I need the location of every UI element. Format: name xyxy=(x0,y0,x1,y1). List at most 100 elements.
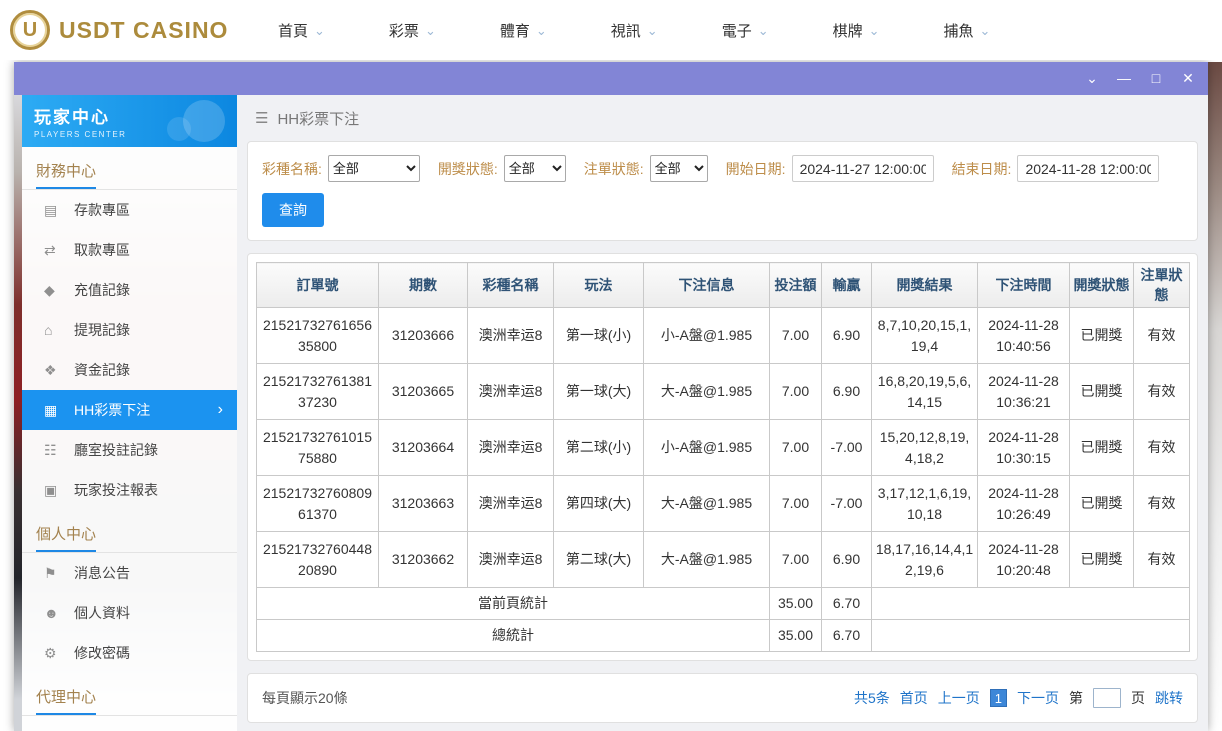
sidebar-item-recharge-record[interactable]: ◆ 充值記錄 xyxy=(22,270,237,310)
prev-page-link[interactable]: 上一页 xyxy=(938,688,980,708)
nav-item-label: 彩票 xyxy=(388,22,419,40)
table-cell: 第二球(小) xyxy=(553,419,644,476)
nav-item-sports[interactable]: 體育 ⌄ xyxy=(500,20,547,41)
column-header: 輸贏 xyxy=(821,262,872,308)
column-header: 開獎結果 xyxy=(871,262,978,308)
sidebar-item-label: 廳室投註記錄 xyxy=(74,442,158,458)
table-cell: 已開獎 xyxy=(1069,307,1134,364)
page-size-text: 每頁顯示20條 xyxy=(262,690,348,706)
sidebar-item-label: 玩家投注報表 xyxy=(74,482,158,498)
jump-button[interactable]: 跳转 xyxy=(1155,688,1183,708)
table-cell: 有效 xyxy=(1133,307,1190,364)
sidebar-title: 玩家中心 xyxy=(34,108,110,127)
minimize-button[interactable]: — xyxy=(1108,62,1140,95)
nav-item-home[interactable]: 首頁 ⌄ xyxy=(278,20,325,41)
start-date-label: 開始日期: xyxy=(725,160,786,177)
end-date-input[interactable] xyxy=(1017,155,1160,182)
table-cell: 18,17,16,14,4,12,19,6 xyxy=(871,531,978,588)
sidebar-item-announcements[interactable]: ⚑ 消息公告 xyxy=(22,553,237,593)
table-cell: 2024-11-28 10:40:56 xyxy=(977,307,1070,364)
nav-item-board-games[interactable]: 棋牌 ⌄ xyxy=(833,20,880,41)
sidebar-item-withdraw-area[interactable]: ⇄ 取款專區 xyxy=(22,230,237,270)
table-cell: 2152173276044820890 xyxy=(256,531,379,588)
sidebar-menu: 財務中心 ▤ 存款專區 ⇄ 取款專區 ◆ 充值記錄 ⌂ 提現記錄 ❖ 資金記錄 ▦ HH彩票下注 › ☷ 廳室… xyxy=(22,147,237,731)
table-cell: 7.00 xyxy=(769,475,822,532)
menu-icon[interactable]: ☰ xyxy=(255,109,268,127)
breadcrumb: ☰ HH彩票下注 xyxy=(247,95,1198,141)
table-cell: 澳洲幸运8 xyxy=(467,475,554,532)
column-header: 期數 xyxy=(378,262,468,308)
sidebar-item-label: 充值記錄 xyxy=(74,282,130,298)
sidebar-item-label: 個人資料 xyxy=(74,605,130,621)
table-row: 2152173276101575880 31203664 澳洲幸运8 第二球(小) 小-… xyxy=(256,419,1190,476)
column-header: 玩法 xyxy=(553,262,644,308)
table-cell: 已開獎 xyxy=(1069,475,1134,532)
table-cell: -7.00 xyxy=(821,419,872,476)
lottery-name-label: 彩種名稱: xyxy=(262,160,322,177)
table-cell: 31203665 xyxy=(378,363,468,420)
chevron-down-icon: ⌄ xyxy=(868,22,880,38)
table-cell: 8,7,10,20,15,1,19,4 xyxy=(871,307,978,364)
first-page-link[interactable]: 首页 xyxy=(900,688,928,708)
nav-item-fishing[interactable]: 捕魚 ⌄ xyxy=(944,20,991,41)
draw-status-label: 開獎狀態: xyxy=(437,160,498,177)
sidebar-item-withdrawal-record[interactable]: ⌂ 提現記錄 xyxy=(22,310,237,350)
table-row: 2152173276080961370 31203663 澳洲幸运8 第四球(大) 大-… xyxy=(256,475,1190,532)
logo-text: USDT CASINO xyxy=(59,16,229,43)
search-button[interactable]: 查詢 xyxy=(262,193,324,227)
sidebar-item-change-password[interactable]: ⚙ 修改密碼 xyxy=(22,633,237,673)
table-cell: 有效 xyxy=(1133,419,1190,476)
summary-empty xyxy=(871,587,1190,620)
sidebar-section-finance-center: 財務中心 xyxy=(22,147,237,190)
sidebar-item-deposit-area[interactable]: ▤ 存款專區 xyxy=(22,190,237,230)
table-cell: 31203664 xyxy=(378,419,468,476)
start-date-input[interactable] xyxy=(791,155,934,182)
logo-icon: U xyxy=(10,10,50,50)
sidebar-item-funds-record[interactable]: ❖ 資金記錄 xyxy=(22,350,237,390)
logo[interactable]: U USDT CASINO xyxy=(10,10,248,50)
maximize-button[interactable]: □ xyxy=(1140,62,1172,95)
withdrawal-record-icon: ⌂ xyxy=(44,322,53,338)
nav-item-lottery[interactable]: 彩票 ⌄ xyxy=(389,20,436,41)
summary-row-page-total: 當前頁統計 35.00 6.70 xyxy=(256,587,1190,620)
table-cell: 澳洲幸运8 xyxy=(467,419,554,476)
table-cell: 31203662 xyxy=(378,531,468,588)
filter-row: 彩種名稱:全部開獎狀態:全部注單狀態:全部開始日期:結束日期: xyxy=(262,155,1183,182)
jump-prefix-label: 第 xyxy=(1069,690,1083,706)
table-cell: 2152173276080961370 xyxy=(256,475,379,532)
nav-item-label: 捕魚 xyxy=(943,22,974,40)
close-button[interactable]: ✕ xyxy=(1172,62,1204,95)
main-navigation: 首頁 ⌄ 彩票 ⌄ 體育 ⌄ 視訊 ⌄ 電子 ⌄ 棋牌 ⌄ 捕魚 ⌄ xyxy=(278,20,990,41)
draw-status-select[interactable]: 全部 xyxy=(503,155,566,182)
recharge-record-icon: ◆ xyxy=(44,281,55,298)
summary-win-total: 6.70 xyxy=(821,619,872,652)
bets-table-panel: 訂單號 期數 彩種名稱 玩法 下注信息 投注額 輸贏 開獎結果 下注時間 開獎狀態 注單狀態 215… xyxy=(247,253,1198,661)
table-cell: 大-A盤@1.985 xyxy=(643,363,770,420)
nav-item-electronic[interactable]: 電子 ⌄ xyxy=(722,20,769,41)
next-page-link[interactable]: 下一页 xyxy=(1017,688,1059,708)
order-status-select[interactable]: 全部 xyxy=(649,155,708,182)
lottery-name-select[interactable]: 全部 xyxy=(327,155,420,182)
sidebar-subtitle: PLAYERS CENTER xyxy=(34,130,127,139)
nav-item-label: 首頁 xyxy=(278,22,309,40)
chevron-down-icon: ⌄ xyxy=(979,22,991,38)
table-cell: 第一球(小) xyxy=(553,307,644,364)
current-page-indicator[interactable]: 1 xyxy=(989,689,1007,707)
nav-item-video[interactable]: 視訊 ⌄ xyxy=(611,20,658,41)
table-cell: 3,17,12,1,6,19,10,18 xyxy=(871,475,978,532)
chevron-down-icon: ⌄ xyxy=(646,22,658,38)
table-cell: 大-A盤@1.985 xyxy=(643,531,770,588)
collapse-button[interactable]: ⌄ xyxy=(1076,62,1108,95)
sidebar-item-hh-lottery-bet[interactable]: ▦ HH彩票下注 › xyxy=(22,390,237,430)
sidebar-item-label: 存款專區 xyxy=(74,202,130,218)
sidebar-item-player-bet-report[interactable]: ▣ 玩家投注報表 xyxy=(22,470,237,510)
chevron-down-icon: ⌄ xyxy=(535,22,547,38)
sidebar-panel: 玩家中心 PLAYERS CENTER 財務中心 ▤ 存款專區 ⇄ 取款專區 ◆ 充值記錄 ⌂… xyxy=(22,95,237,731)
page-jump-input[interactable] xyxy=(1093,688,1121,708)
table-cell: -7.00 xyxy=(821,475,872,532)
table-cell: 有效 xyxy=(1133,363,1190,420)
table-cell: 6.90 xyxy=(821,531,872,588)
sidebar-item-profile[interactable]: ☻ 個人資料 xyxy=(22,593,237,633)
sidebar-item-hall-bet-record[interactable]: ☷ 廳室投註記錄 xyxy=(22,430,237,470)
table-cell: 2024-11-28 10:20:48 xyxy=(977,531,1070,588)
